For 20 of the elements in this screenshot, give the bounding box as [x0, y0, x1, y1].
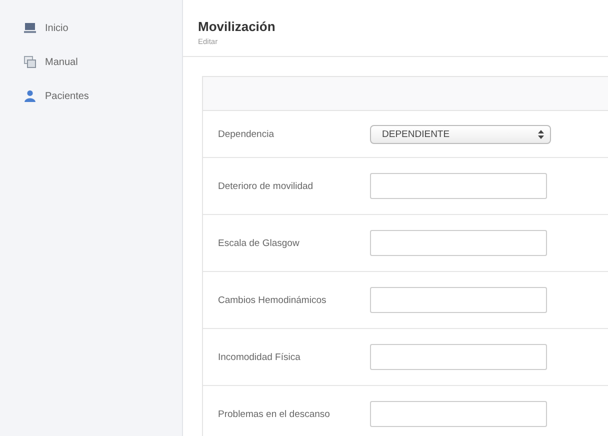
person-icon: [24, 90, 36, 102]
caret-icon: [538, 130, 544, 138]
input-field[interactable]: [370, 344, 547, 370]
select-field[interactable]: DEPENDIENTE: [370, 124, 551, 144]
field-label: Problemas en el descanso: [218, 408, 331, 420]
field-label: Deterioro de movilidad: [218, 180, 314, 192]
field-label: Incomodidad Física: [218, 352, 302, 362]
field-label: Escala de Glasgow: [218, 238, 300, 248]
monitor-icon: [24, 22, 36, 34]
field-label: Cambios Hemodinámicos: [218, 294, 328, 306]
field-label: Dependencia: [218, 128, 275, 140]
input-field[interactable]: [370, 230, 547, 256]
sidebar-item[interactable]: Manual: [0, 45, 182, 79]
page-title: Movilización: [198, 19, 276, 34]
sidebar-item[interactable]: Pacientes: [0, 79, 182, 113]
input-field[interactable]: [370, 287, 547, 313]
sidebar-item[interactable]: Inicio: [0, 11, 182, 45]
input-field[interactable]: [370, 173, 547, 199]
windows-icon: [24, 56, 36, 68]
input-field[interactable]: [370, 401, 547, 427]
